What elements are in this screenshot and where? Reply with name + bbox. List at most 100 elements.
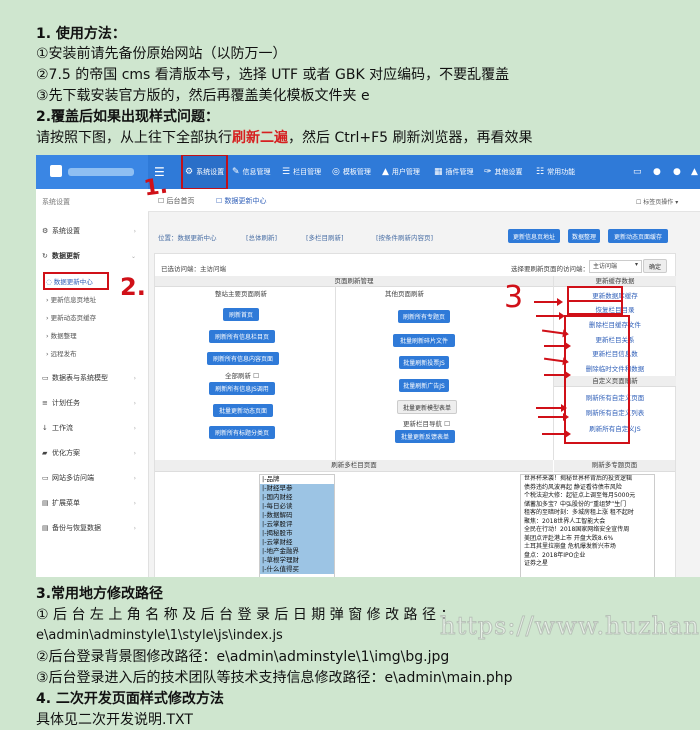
refresh-title-category-button[interactable]: 刷新所有标题分类页 [209,426,275,439]
logo-area [36,155,148,189]
refresh-icon[interactable]: ● [653,167,661,177]
s3-item-3: ③后台登录进入后的技术团队等技术支持信息修改路径：e\admin\main.ph… [36,670,513,686]
sidebar-item-optimization[interactable]: ▰ 优化方案 › [42,448,142,458]
column-list-option[interactable]: |-数据解码 [260,511,334,520]
sidebar-item-multi-access[interactable]: ▭ 网站多访问端 › [42,473,142,483]
refresh-all-column-pages-button[interactable]: 刷新所有信息栏目页 [209,330,275,343]
topic-list-option[interactable]: 债券违约风波再起 静证看待债市风险 [524,484,654,493]
data-cleanup-button[interactable]: 数据整理 [568,229,600,243]
column-list-option[interactable]: |-什么值得买 [260,565,334,574]
topic-list-option[interactable]: 美团点评赴港上市 开盘大跌8.6% [524,535,654,544]
column-list-option[interactable]: |-财经早参 [260,484,334,493]
user-menu-icon[interactable]: ▲ [691,167,698,177]
column-list-option[interactable]: |-品牌 [260,475,334,484]
sidebar-header: 系统设置 [42,198,70,206]
batch-update-feedback-button[interactable]: 批量更新反馈表单 [395,430,455,443]
topic-list-option[interactable]: 全民在行动！2018国家网络安全宣传周 [524,526,654,535]
topic-list-option[interactable]: 聚焦：2018世界人工智能大会 [524,518,654,527]
wrench-icon: ✑ [484,167,492,177]
column-list-option[interactable]: |-云掌财经 [260,538,334,547]
batch-update-model-form-button[interactable]: 批量更新模型表单 [397,400,457,414]
chevron-down-icon: ⌄ [130,252,136,260]
nav-column-manage[interactable]: ☰ 栏目管理 [282,155,321,189]
sidebar-item-workflow[interactable]: ↓ 工作流 › [42,423,142,433]
section-4-text: 具体见二次开发说明.TXT [36,712,193,728]
column-list-option[interactable]: |-揭秘股市 [260,529,334,538]
page-refresh-header: 页面刷新管理 [155,276,553,287]
section-1-title: 1. 使用方法： [36,26,126,42]
sidebar-item-scheduled-tasks[interactable]: ≡ 计划任务 › [42,398,142,408]
user-icon: ▲ [382,167,389,177]
monitor-icon[interactable]: ▭ [633,167,642,177]
topic-list-option[interactable]: 储蓄加多宝？中弘股份的“重组梦”生门 [524,501,654,510]
nav-template-manage[interactable]: ◎ 模板管理 [332,155,371,189]
tab-bar: ☐ 后台首页 ☐ 数据更新中心 ☐ 标签页操作 ▾ [148,189,700,212]
sidebar-sub-update-info-url[interactable]: › 更新信息页地址 [46,294,96,304]
column-listbox[interactable]: |-品牌 |-财经早参 |-国内财经 |-每日必读 |-数据解码 |-云掌股评 |-揭秘股市… [259,474,335,577]
topic-list-option[interactable]: 租客的至暗时刻：多城房租上涨 租不起时 [524,509,654,518]
column-list-option[interactable]: |-国内财经 [260,493,334,502]
batch-refresh-fragments-button[interactable]: 批量刷新碎片文件 [393,334,455,347]
all-refresh-checkbox[interactable]: 全部刷新 ☐ [225,370,259,380]
nav-info-manage[interactable]: ✎ 信息管理 [232,155,271,189]
link-conditional-refresh[interactable]: [按条件刷新内容页] [376,232,433,242]
topic-list-option[interactable]: 世界杯来袭！揭秘世界杯背后的投资逻辑 [524,475,654,484]
chevron-right-icon: › [133,227,136,235]
sidebar-item-data-update[interactable]: ↻ 数据更新 ⌄ [42,251,142,261]
refresh-home-button[interactable]: 刷新首页 [223,308,259,321]
refresh-icon: ↻ [42,252,48,260]
edit-icon: ✎ [232,167,240,177]
update-info-url-button[interactable]: 更新信息页地址 [508,229,560,243]
sidebar-item-extension-menu[interactable]: ▤ 扩展菜单 › [42,498,142,508]
confirm-button[interactable]: 确定 [643,259,667,273]
nav-plugin-manage[interactable]: ▦ 插件管理 [434,155,474,189]
nav-system-settings[interactable]: ⚙ 系统设置 [180,155,229,190]
topic-list-option[interactable]: 证券之星 [524,560,654,569]
book-icon: ▰ [42,449,48,457]
refresh-all-content-pages-button[interactable]: 刷新所有信息内容页面 [207,352,279,365]
section-2-text: 请按照下图，从上往下全部执行刷新二遍，然后 Ctrl+F5 刷新浏览器，再看效果 [36,128,533,148]
topic-list-option[interactable]: 个税法迎大修：起征点上调至每月5000元 [524,492,654,501]
arrow-7 [536,404,567,412]
tab-data-update-center[interactable]: ☐ 数据更新中心 [216,196,267,206]
nav-user-manage[interactable]: ▲ 用户管理 [382,155,420,189]
nav-other-settings[interactable]: ✑ 其他设置 [484,155,523,189]
column-list-option[interactable]: |-地产金融界 [260,547,334,556]
batch-update-dynamic-button[interactable]: 批量更新动态页面 [213,404,273,417]
access-select[interactable]: 主访问端 ▾ [589,260,642,273]
s2-text-after: ，然后 Ctrl+F5 刷新浏览器，再看效果 [288,130,533,146]
sidebar-item-data-tables[interactable]: ▭ 数据表与系统模型 › [42,373,142,383]
batch-refresh-vote-js-button[interactable]: 批量刷新投票JS [399,356,449,369]
topic-list-option[interactable]: 盘点：2018年IPO企业 [524,552,654,561]
s1-item-2: ②7.5 的帝国 cms 看清版本号，选择 UTF 或者 GBK 对应编码，不要… [36,67,510,83]
table-icon: ▭ [42,374,49,382]
tab-operations-dropdown[interactable]: ☐ 标签页操作 ▾ [636,197,678,206]
link-overall-refresh[interactable]: [总体刷新] [246,232,277,242]
refresh-panel: 已选访问端：主访问端 选择要刷新页面的访问端： 主访问端 ▾ 确定 页面刷新管理 … [154,253,676,577]
chevron-right-icon: › [133,374,136,382]
admin-screenshot: ☰ ⚙ 系统设置 ✎ 信息管理 ☰ 栏目管理 ◎ 模板管理 ▲ 用户管理 ▦ 插件管理 ✑ 其… [36,155,700,577]
topic-list-option[interactable]: 土耳其里拉崩盘 危机爆发新兴市场 [524,543,654,552]
column-list-option[interactable]: |-草根学理财 [260,556,334,565]
s1-item-1: ①安装前请先备份原始网站（以防万一） [36,46,287,62]
sidebar-item-backup-restore[interactable]: ▤ 备份与恢复数据 › [42,523,142,533]
batch-refresh-ad-js-button[interactable]: 批量刷新广告JS [399,379,449,392]
link-multi-column-refresh[interactable]: [多栏目刷新] [306,232,344,242]
topic-listbox[interactable]: 世界杯来袭！揭秘世界杯背后的投资逻辑 债券违约风波再起 静证看待债市风险 个税法迎大… [520,474,655,577]
sidebar-sub-remote-publish[interactable]: › 远程发布 [46,348,77,358]
column-list-option[interactable]: |-每日必读 [260,502,334,511]
sidebar-sub-update-dynamic-cache[interactable]: › 更新动态页缓存 [46,312,96,322]
sliders-icon: ☷ [536,167,545,177]
arrow-9 [542,430,571,438]
settings-icon[interactable]: ● [673,167,681,177]
sidebar-item-system-settings[interactable]: ⚙ 系统设置 › [42,226,142,236]
update-dynamic-cache-button[interactable]: 更新动态页面缓存 [608,229,668,243]
arrow-8 [538,413,569,421]
nav-common-functions[interactable]: ☷ 常用功能 [536,155,575,189]
column-list-option[interactable]: |-云掌股评 [260,520,334,529]
refresh-all-info-js-button[interactable]: 刷新所有信息JS调用 [209,382,275,395]
annotation-box-cache-links [564,315,630,444]
sidebar-sub-data-cleanup[interactable]: › 数据整理 [46,330,77,340]
update-column-nav-checkbox[interactable]: 更新栏目导航 ☐ [403,418,450,428]
refresh-all-topics-button[interactable]: 刷新所有专题页 [398,310,450,323]
